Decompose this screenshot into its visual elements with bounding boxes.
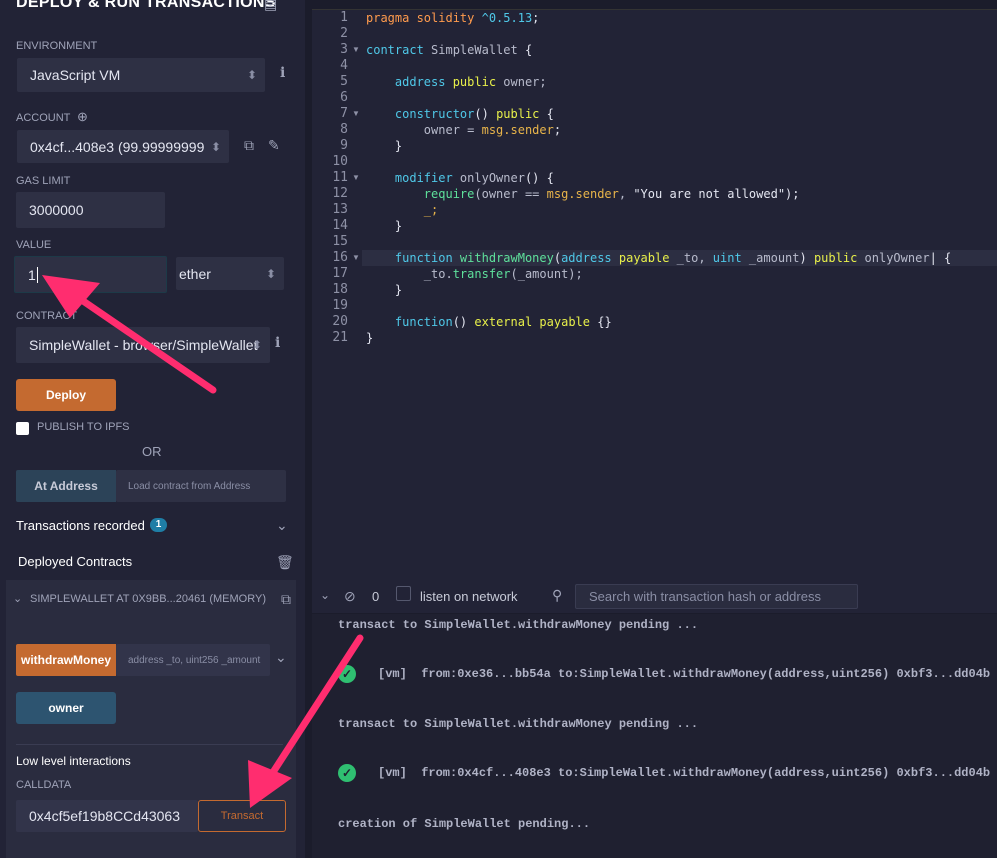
arrow-to-value bbox=[42, 275, 217, 394]
arrow-to-transact bbox=[248, 634, 364, 808]
annotation-arrows bbox=[42, 275, 364, 808]
